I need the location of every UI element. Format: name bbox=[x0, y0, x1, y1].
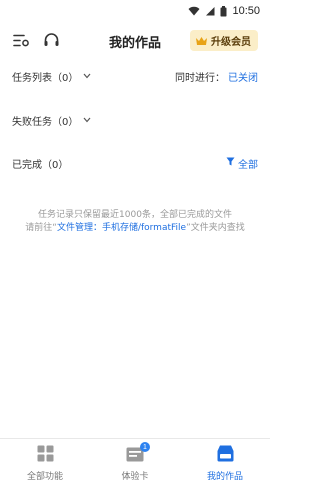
signal-icon bbox=[205, 6, 215, 16]
concurrent-label: 同时进行： bbox=[175, 72, 225, 84]
clock: 10:50 bbox=[232, 5, 260, 17]
info-line-2-suffix: ”文件夹内查找 bbox=[186, 223, 245, 233]
info-text: 任务记录只保留最近1000条，全部已完成的文件 请前往“文件管理：手机存储/fo… bbox=[0, 209, 270, 235]
chevron-down-icon bbox=[83, 117, 91, 123]
nav-label: 我的作品 bbox=[206, 472, 243, 480]
chevron-down-icon bbox=[83, 73, 91, 79]
completed-row: 已完成（0） 全部 bbox=[12, 154, 258, 172]
filter-button[interactable]: 全部 bbox=[226, 156, 258, 171]
failed-tasks-row[interactable]: 失败任务（0） bbox=[12, 111, 258, 129]
info-line-2: 请前往“文件管理：手机存储/formatFile”文件夹内查找 bbox=[0, 222, 270, 235]
top-toolbar: 我的作品 升级会员 bbox=[0, 26, 270, 54]
trial-card-badge: 1 bbox=[140, 442, 150, 452]
info-line-2-prefix: 请前往“ bbox=[25, 223, 57, 233]
upgrade-vip-button[interactable]: 升级会员 bbox=[190, 30, 258, 51]
task-list-row[interactable]: 任务列表（0） 同时进行： 已关闭 bbox=[12, 67, 258, 85]
failed-tasks-label: 失败任务（0） bbox=[12, 116, 79, 128]
works-icon bbox=[217, 445, 234, 466]
filter-icon bbox=[226, 157, 235, 169]
bottom-nav: 全部功能 1 体验卡 我的作品 bbox=[0, 438, 270, 480]
concurrent-setting[interactable]: 同时进行： 已关闭 bbox=[175, 69, 258, 84]
upgrade-vip-label: 升级会员 bbox=[211, 37, 251, 48]
nav-all-features[interactable]: 全部功能 bbox=[0, 439, 90, 480]
file-manager-link[interactable]: 文件管理：手机存储/formatFile bbox=[57, 223, 186, 233]
task-list-label: 任务列表（0） bbox=[12, 72, 79, 84]
completed-label: 已完成（0） bbox=[12, 159, 69, 171]
crown-icon bbox=[195, 31, 208, 50]
battery-icon bbox=[220, 5, 227, 17]
wifi-icon bbox=[188, 6, 200, 16]
nav-label: 全部功能 bbox=[26, 472, 63, 480]
info-line-1: 任务记录只保留最近1000条，全部已完成的文件 bbox=[38, 210, 232, 220]
filter-label: 全部 bbox=[238, 159, 258, 171]
nav-label: 体验卡 bbox=[121, 472, 149, 480]
concurrent-value[interactable]: 已关闭 bbox=[228, 69, 258, 84]
grid-icon bbox=[37, 445, 54, 466]
nav-trial-card[interactable]: 1 体验卡 bbox=[90, 439, 180, 480]
nav-my-works[interactable]: 我的作品 bbox=[180, 439, 270, 480]
status-bar: 10:50 bbox=[0, 0, 270, 22]
